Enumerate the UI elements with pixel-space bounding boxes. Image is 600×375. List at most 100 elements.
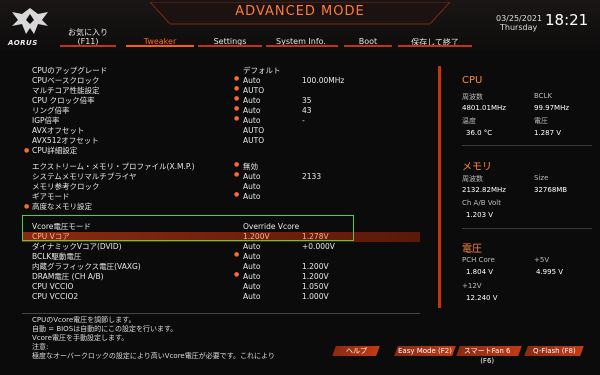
setting-value[interactable]: Auto bbox=[243, 106, 260, 116]
setting-row[interactable]: ● 高度なメモリ設定 bbox=[0, 202, 420, 212]
setting-readout: - bbox=[302, 116, 305, 125]
panel-divider bbox=[462, 145, 592, 146]
setting-value[interactable]: Auto bbox=[243, 242, 260, 252]
setting-label: リング倍率 bbox=[32, 106, 70, 115]
p12v-value: 12.240 V bbox=[466, 294, 498, 302]
panel-divider bbox=[462, 228, 592, 229]
mode-title: ADVANCED MODE bbox=[235, 4, 365, 19]
setting-label: CPU Vコア bbox=[32, 232, 70, 241]
setting-value[interactable]: Auto bbox=[243, 192, 260, 202]
help-line: 極度なオーバークロックの設定により高いVcore電圧が必要です。これにより bbox=[32, 352, 275, 360]
help-button[interactable]: ヘルプ bbox=[332, 346, 380, 356]
setting-value[interactable]: AUTO bbox=[243, 126, 264, 136]
help-line: 注意: bbox=[32, 343, 49, 351]
setting-row[interactable]: IGP倍率 ● Auto - bbox=[0, 115, 420, 126]
smart-fan-button[interactable]: スマートFan 6 (F6) bbox=[456, 346, 522, 365]
cpu-volt-value: 1.287 V bbox=[534, 129, 562, 137]
setting-label: CPU VCCIO2 bbox=[32, 292, 79, 301]
time-display: 18:21 bbox=[545, 11, 589, 29]
setting-label: CPU詳細設定 bbox=[32, 146, 78, 155]
tab-divider bbox=[344, 45, 392, 47]
setting-row[interactable]: CPU Vコア 1.200V 1.278V bbox=[0, 232, 420, 242]
setting-value[interactable]: Auto bbox=[243, 172, 260, 182]
setting-value[interactable]: デフォルト bbox=[243, 66, 281, 76]
setting-row[interactable]: CPUのアップグレード デフォルト bbox=[0, 66, 420, 76]
modified-indicator-icon: ● bbox=[234, 161, 240, 168]
modified-indicator-icon: ● bbox=[234, 171, 240, 178]
setting-row[interactable]: ● CPU詳細設定 bbox=[0, 146, 420, 156]
setting-row[interactable]: AVX512オフセット AUTO bbox=[0, 136, 420, 146]
setting-readout: 1.000V bbox=[302, 292, 329, 301]
setting-label: ダイナミックVコア(DVID) bbox=[32, 242, 122, 251]
setting-row[interactable]: エクストリーム・メモリ・プロファイル(X.M.P.) ● 無効 bbox=[0, 161, 420, 172]
help-line: CPUのVcore電圧を調節します。 bbox=[32, 316, 136, 324]
setting-row[interactable]: リング倍率 ● Auto 43 bbox=[0, 105, 420, 116]
setting-value[interactable]: Auto bbox=[243, 252, 260, 262]
setting-row[interactable]: 内蔵グラフィックス電圧(VAXG) Auto 1.200V bbox=[0, 262, 420, 272]
q-flash-button[interactable]: Q-Flash (F8) bbox=[524, 346, 584, 356]
pch-core-label: PCH Core bbox=[462, 256, 495, 264]
cpu-bclk-label: BCLK bbox=[534, 92, 553, 100]
modified-indicator-icon: ● bbox=[234, 95, 240, 102]
setting-row[interactable]: メモリ参考クロック Auto bbox=[0, 182, 420, 192]
setting-label: マルチコア性能設定 bbox=[32, 86, 100, 95]
setting-value[interactable]: Auto bbox=[243, 262, 260, 272]
tab-favorites[interactable]: お気に入り (F11) bbox=[62, 28, 114, 46]
submenu-bullet-icon: ● bbox=[24, 203, 30, 210]
setting-row[interactable]: システムメモリマルチプライヤ ● Auto 2133 bbox=[0, 171, 420, 182]
tab-favorites-label: お気に入り bbox=[68, 28, 108, 37]
setting-value[interactable]: Auto bbox=[243, 116, 260, 126]
setting-value[interactable]: 1.200V bbox=[243, 232, 270, 242]
setting-value[interactable]: Auto bbox=[243, 292, 260, 302]
p12v-label: +12V bbox=[462, 282, 482, 290]
setting-value[interactable]: Auto bbox=[243, 282, 260, 292]
setting-value[interactable]: 無効 bbox=[243, 162, 258, 172]
setting-label: Vcore電圧モード bbox=[32, 222, 91, 231]
setting-label: メモリ参考クロック bbox=[32, 182, 100, 191]
setting-row[interactable]: BCLK駆動電圧 ● Auto bbox=[0, 251, 420, 262]
setting-value[interactable]: Auto bbox=[243, 272, 260, 282]
setting-readout: 1.050V bbox=[302, 282, 329, 291]
setting-readout: 1.200V bbox=[302, 262, 329, 271]
setting-row[interactable]: ダイナミックVコア(DVID) Auto +0.000V bbox=[0, 242, 420, 252]
cpu-freq-label: 周波数 bbox=[462, 93, 483, 101]
setting-row[interactable]: CPUベースクロック ● Auto 100.00MHz bbox=[0, 75, 420, 86]
setting-label: AVXオフセット bbox=[32, 126, 85, 135]
modified-indicator-icon: ● bbox=[234, 191, 240, 198]
setting-readout: 43 bbox=[302, 106, 312, 115]
setting-row[interactable]: CPU VCCIO Auto 1.050V bbox=[0, 282, 420, 292]
modified-indicator-icon: ● bbox=[234, 115, 240, 122]
setting-value[interactable]: Auto bbox=[243, 96, 260, 106]
easy-mode-label: Easy Mode (F2) bbox=[398, 347, 452, 355]
setting-readout: 2133 bbox=[302, 172, 322, 181]
setting-label: CPUベースクロック bbox=[32, 76, 100, 85]
modified-indicator-icon: ● bbox=[234, 271, 240, 278]
mem-freq-label: 周波数 bbox=[462, 175, 483, 183]
setting-row[interactable]: ギアモード ● Auto bbox=[0, 191, 420, 202]
easy-mode-button[interactable]: Easy Mode (F2) bbox=[394, 346, 456, 356]
setting-row[interactable]: マルチコア性能設定 ● AUTO bbox=[0, 85, 420, 96]
setting-value[interactable]: Override Vcore bbox=[243, 222, 299, 232]
tab-divider bbox=[266, 45, 338, 47]
setting-row[interactable]: CPU VCCIO2 Auto 1.000V bbox=[0, 292, 420, 302]
cpu-freq-value: 4801.01MHz bbox=[462, 104, 506, 112]
setting-readout: 1.278V bbox=[302, 232, 329, 241]
setting-label: IGP倍率 bbox=[32, 116, 60, 125]
pch-core-value: 1.804 V bbox=[466, 268, 494, 276]
setting-value[interactable]: Auto bbox=[243, 76, 260, 86]
setting-label: AVX512オフセット bbox=[32, 136, 99, 145]
setting-row[interactable]: CPU クロック倍率 ● Auto 35 bbox=[0, 95, 420, 106]
setting-value[interactable]: Auto bbox=[243, 182, 260, 192]
setting-value[interactable]: AUTO bbox=[243, 86, 264, 96]
modified-indicator-icon: ● bbox=[234, 105, 240, 112]
setting-row[interactable]: AVXオフセット AUTO bbox=[0, 126, 420, 136]
cpu-volt-label: 電圧 bbox=[534, 117, 548, 125]
setting-row[interactable]: Vcore電圧モード Override Vcore bbox=[0, 222, 420, 232]
setting-value[interactable]: AUTO bbox=[243, 136, 264, 146]
modified-indicator-icon: ● bbox=[234, 85, 240, 92]
setting-label: CPUのアップグレード bbox=[32, 66, 108, 75]
help-separator bbox=[22, 313, 420, 314]
setting-row[interactable]: DRAM電圧 (CH A/B) ● Auto 1.200V bbox=[0, 271, 420, 282]
setting-readout: +0.000V bbox=[302, 242, 335, 251]
mem-size-label: Size bbox=[534, 174, 549, 182]
